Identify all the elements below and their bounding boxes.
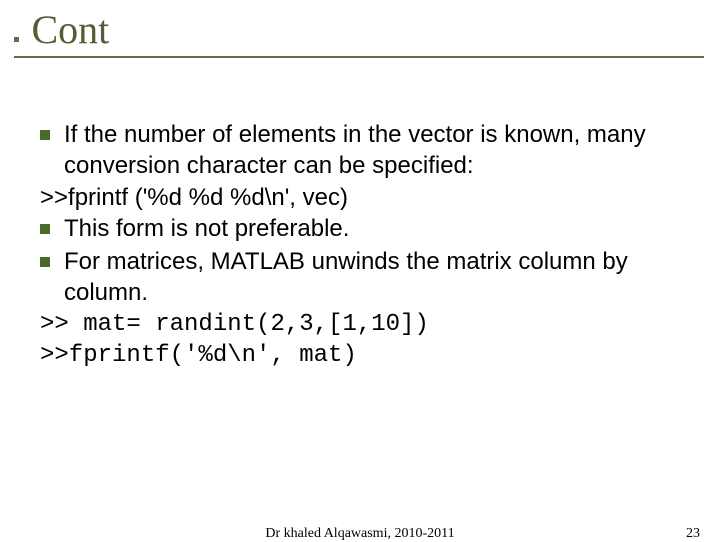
list-item-text: For matrices, MATLAB unwinds the matrix … (64, 247, 680, 308)
square-bullet-icon (40, 224, 50, 234)
title-bullet-icon (14, 37, 19, 42)
list-item-text: This form is not preferable. (64, 214, 680, 245)
list-item: For matrices, MATLAB unwinds the matrix … (40, 247, 680, 308)
title-underline (14, 56, 704, 58)
list-item: This form is not preferable. (40, 214, 680, 245)
slide-body: If the number of elements in the vector … (40, 120, 680, 372)
square-bullet-icon (40, 257, 50, 267)
code-line: >> mat= randint(2,3,[1,10]) (40, 310, 680, 341)
list-item-text: If the number of elements in the vector … (64, 120, 680, 181)
code-line: >>fprintf('%d\n', mat) (40, 341, 680, 372)
slide-title-block: Cont (14, 6, 109, 53)
square-bullet-icon (40, 130, 50, 140)
list-item: If the number of elements in the vector … (40, 120, 680, 181)
code-line: >>fprintf ('%d %d %d\n', vec) (40, 183, 680, 214)
slide: Cont If the number of elements in the ve… (0, 0, 720, 540)
slide-title: Cont (31, 6, 109, 53)
